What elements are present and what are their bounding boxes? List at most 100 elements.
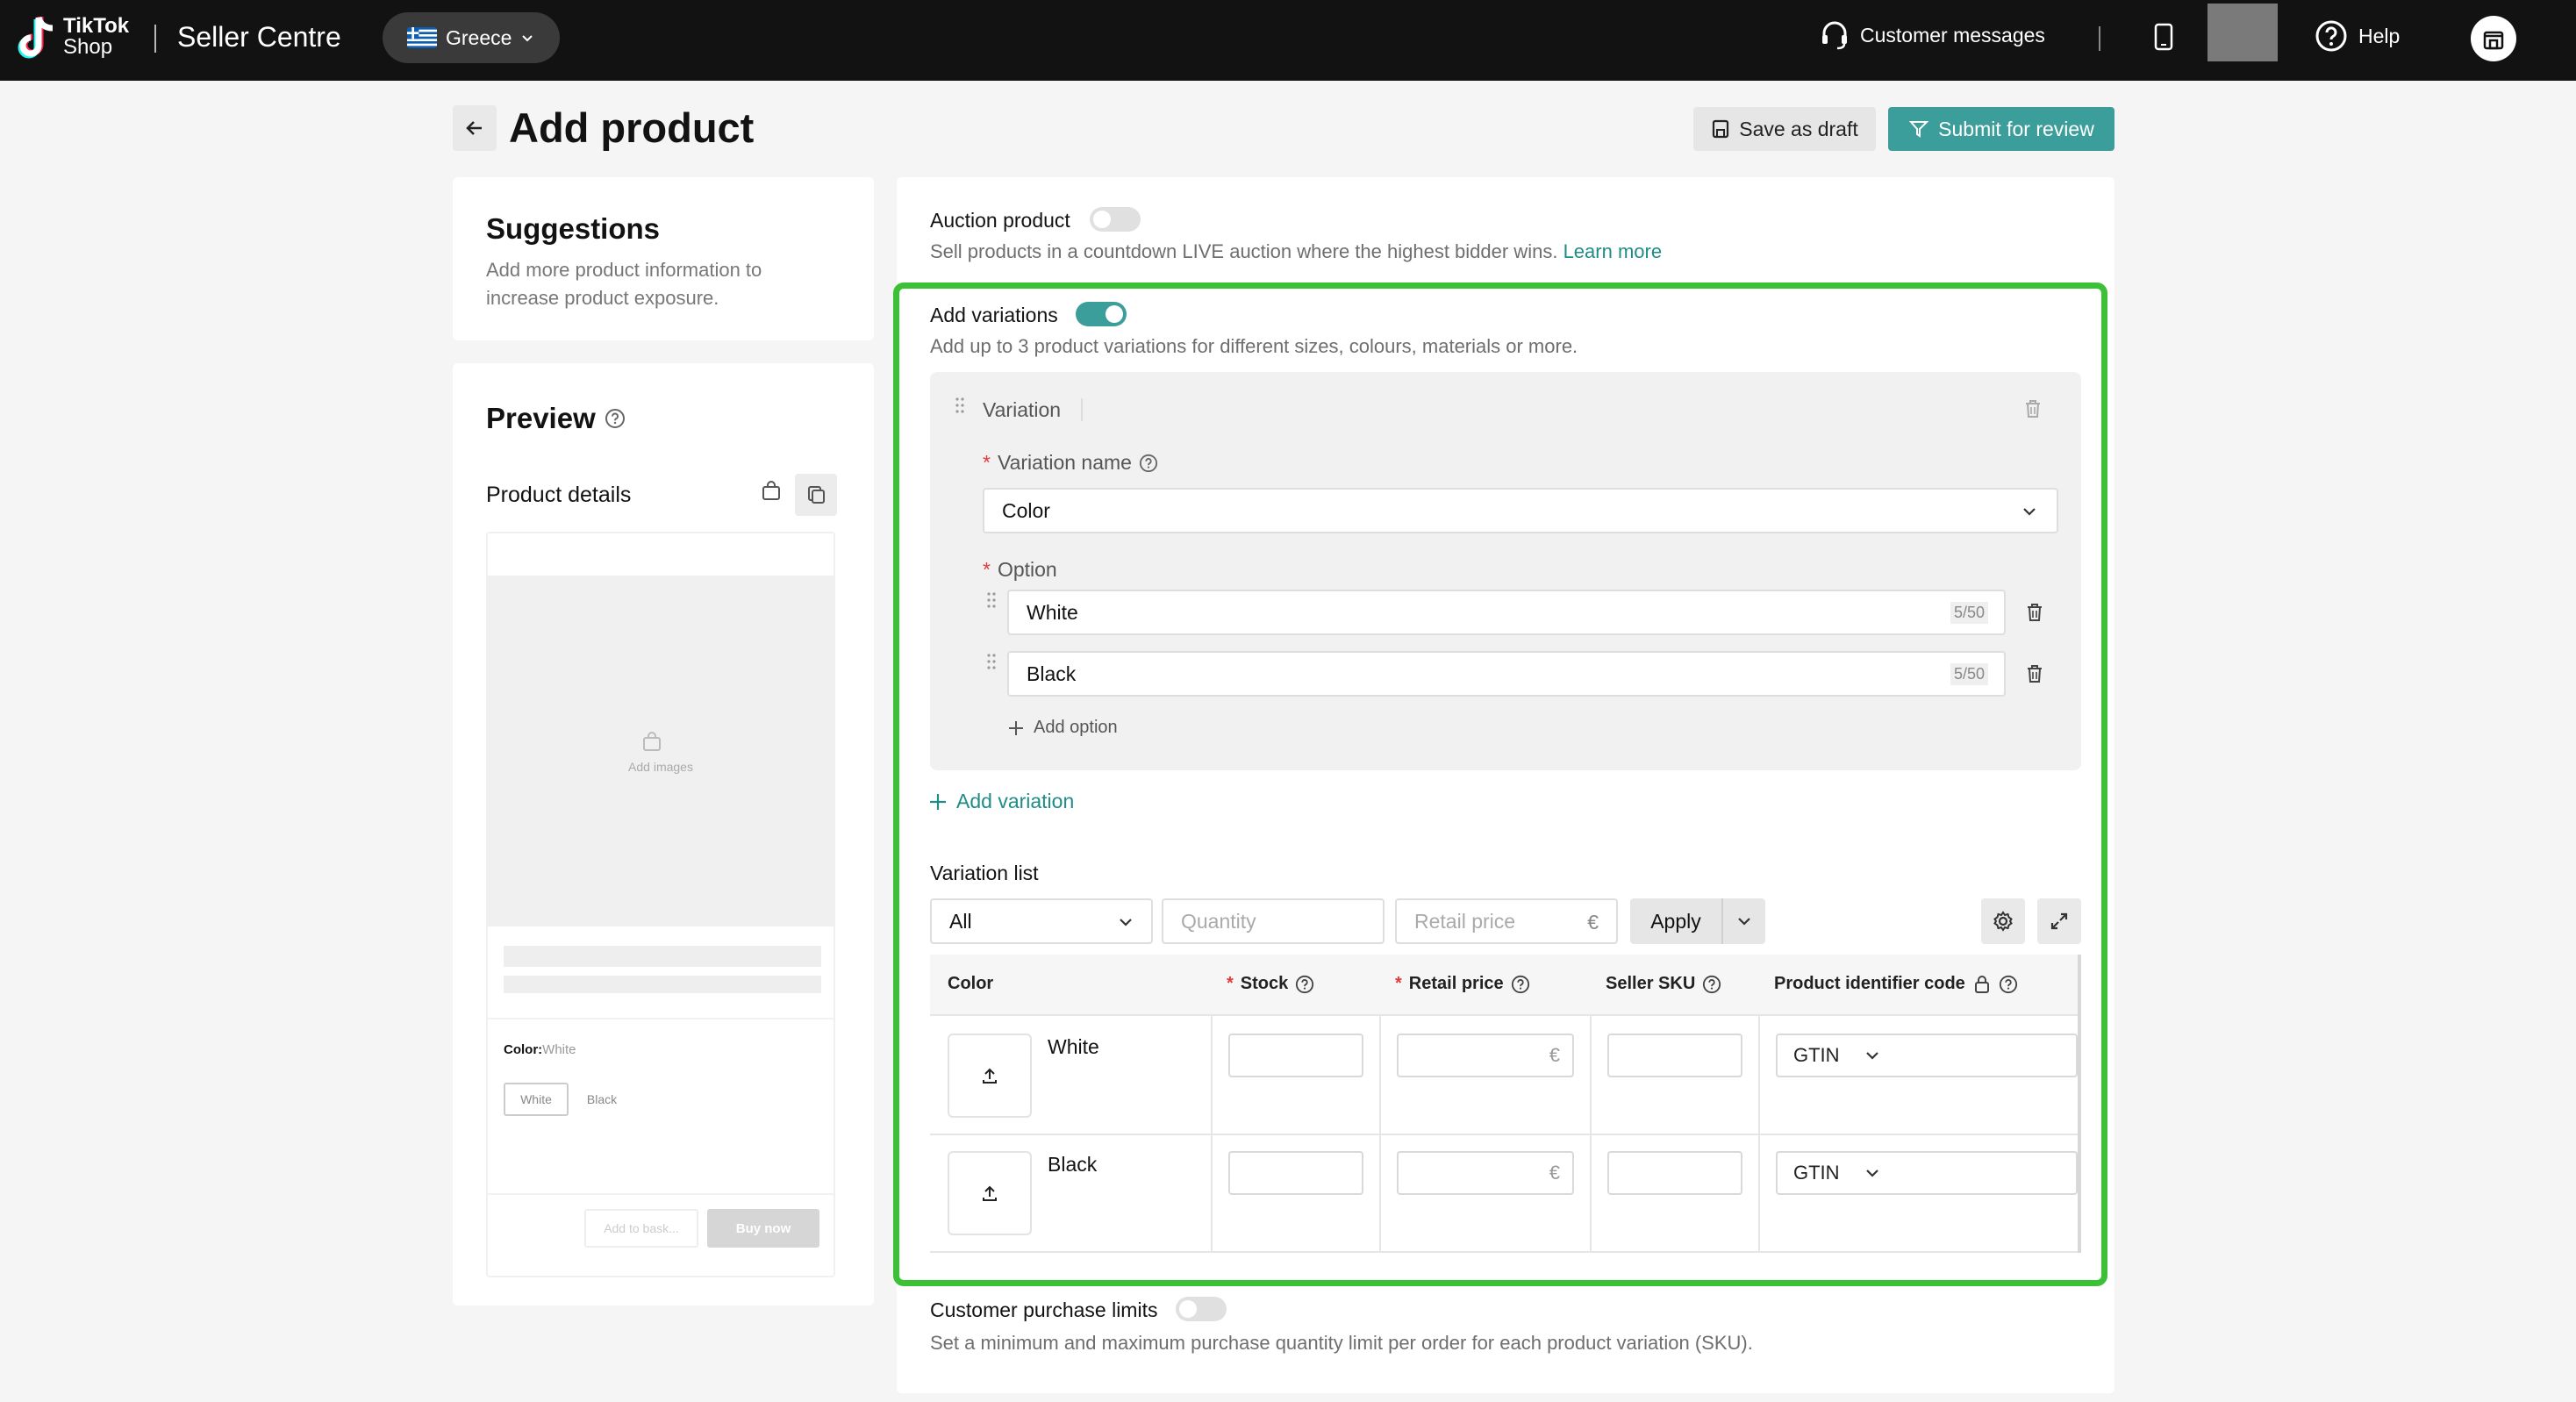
filter-value: All [949,909,972,933]
save-as-draft-label: Save as draft [1739,117,1858,140]
add-variations-description: Add up to 3 product variations for diffe… [930,335,1578,357]
help-circle-icon[interactable] [1295,975,1314,994]
avatar[interactable] [2207,4,2278,61]
lock-icon [1972,975,1992,994]
help-circle-icon[interactable] [1999,975,2018,994]
auction-product-label: Auction product [930,209,1070,232]
help-link[interactable]: Help [2315,19,2400,53]
upload-icon [980,1184,999,1203]
required-asterisk: * [1395,974,1402,993]
variation-block-title: Variation [983,398,1062,421]
table-settings-button[interactable] [1981,898,2025,944]
required-asterisk: * [983,558,991,581]
seller-sku-input[interactable] [1607,1151,1742,1195]
identifier-type-select[interactable]: GTIN [1776,1034,2078,1077]
apply-button[interactable]: Apply [1630,910,1721,933]
drag-handle-icon[interactable] [986,653,997,670]
tiktok-logo-icon[interactable] [16,14,60,63]
customer-messages-label: Customer messages [1860,23,2045,46]
variation-image-upload[interactable] [948,1034,1032,1118]
arrow-left-icon [464,118,485,139]
customer-messages-link[interactable]: Customer messages [1820,19,2045,51]
learn-more-link[interactable]: Learn more [1563,240,1663,262]
delete-option-icon[interactable] [2025,602,2044,623]
save-as-draft-button[interactable]: Save as draft [1693,107,1876,151]
stock-input[interactable] [1228,1151,1363,1195]
expand-icon [2049,911,2070,932]
retail-price-input[interactable]: € [1397,1151,1574,1195]
detail-view-button[interactable] [795,474,837,516]
toggle-knob [1179,1300,1197,1318]
top-navigation-bar: TikTok Shop Seller Centre Greece Custome [0,0,2576,81]
help-circle-icon[interactable] [1511,975,1530,994]
add-option-label: Add option [1034,718,1118,737]
submit-for-review-label: Submit for review [1938,117,2094,140]
image-placeholder[interactable]: Add images [488,576,834,926]
help-circle-icon[interactable] [605,408,626,429]
help-circle-icon [2315,19,2348,53]
chevron-down-icon [520,31,534,45]
column-header-seller-sku: Seller SKU [1606,974,1721,994]
retail-price-input[interactable]: € [1397,1034,1574,1077]
chip-white[interactable]: White [504,1083,569,1116]
column-retail-price-label: Retail price [1408,974,1504,993]
quantity-placeholder: Quantity [1181,909,1256,933]
variation-filter-select[interactable]: All [930,898,1153,944]
variation-color-name: Black [1048,1153,1098,1176]
required-asterisk: * [983,451,991,474]
seller-sku-input[interactable] [1607,1034,1742,1077]
add-images-label: Add images [628,760,693,774]
currency-symbol: € [1549,1162,1560,1184]
column-header-stock: * Stock [1227,974,1314,994]
shopping-bag-icon[interactable] [760,479,783,502]
color-label: Color: [504,1042,543,1057]
auction-product-toggle[interactable] [1090,207,1141,232]
upload-icon [980,1066,999,1085]
suggestions-desc-line-1: Add more product information to [486,259,762,281]
option-value: White [1027,600,1078,624]
save-draft-icon [1711,118,1730,139]
add-variation-button[interactable]: Add variation [928,790,1074,813]
chevron-down-icon [1736,915,1752,927]
back-button[interactable] [453,105,497,151]
drag-handle-icon[interactable] [986,591,997,609]
logo-divider [154,25,156,53]
add-option-button[interactable]: Add option [1007,718,1118,738]
purchase-limits-toggle[interactable] [1176,1297,1227,1321]
tiktok-shop-logo[interactable]: TikTok Shop [63,16,129,58]
add-variations-toggle[interactable] [1076,302,1127,326]
region-selector[interactable]: Greece [383,12,560,63]
chevron-down-icon [2021,505,2037,518]
add-to-basket-button[interactable]: Add to bask... [584,1209,698,1248]
column-header-retail-price: * Retail price [1395,974,1530,994]
mobile-app-button[interactable] [2153,23,2174,51]
shop-account-button[interactable] [2471,16,2516,61]
store-icon [2480,25,2507,52]
identifier-type-select[interactable]: GTIN [1776,1151,2078,1195]
variation-image-upload[interactable] [948,1151,1032,1235]
drag-handle-icon[interactable] [955,397,965,414]
help-circle-icon[interactable] [1139,454,1158,473]
help-circle-icon[interactable] [1702,975,1721,994]
image-placeholder-icon [640,730,663,753]
purchase-limits-description: Set a minimum and maximum purchase quant… [930,1332,1753,1354]
bulk-quantity-input[interactable]: Quantity [1162,898,1385,944]
currency-symbol: € [1549,1044,1560,1066]
apply-options-button[interactable] [1723,915,1765,927]
submit-for-review-button[interactable]: Submit for review [1888,107,2114,151]
suggestions-desc-line-2: increase product exposure. [486,287,719,309]
bulk-retail-price-input[interactable]: Retail price € [1395,898,1618,944]
page-title: Add product [509,104,755,151]
toggle-knob [1106,305,1123,323]
stock-input[interactable] [1228,1034,1363,1077]
expand-table-button[interactable] [2037,898,2081,944]
variation-name-select[interactable]: Color [983,488,2058,533]
chip-black[interactable]: Black [576,1083,628,1116]
option-input[interactable]: White 5/50 [1007,590,2006,635]
topbar-divider [2099,26,2100,51]
buy-now-button[interactable]: Buy now [707,1209,819,1248]
column-stock-label: Stock [1240,974,1289,993]
option-input[interactable]: Black 5/50 [1007,651,2006,697]
delete-variation-icon[interactable] [2023,398,2043,419]
delete-option-icon[interactable] [2025,663,2044,684]
